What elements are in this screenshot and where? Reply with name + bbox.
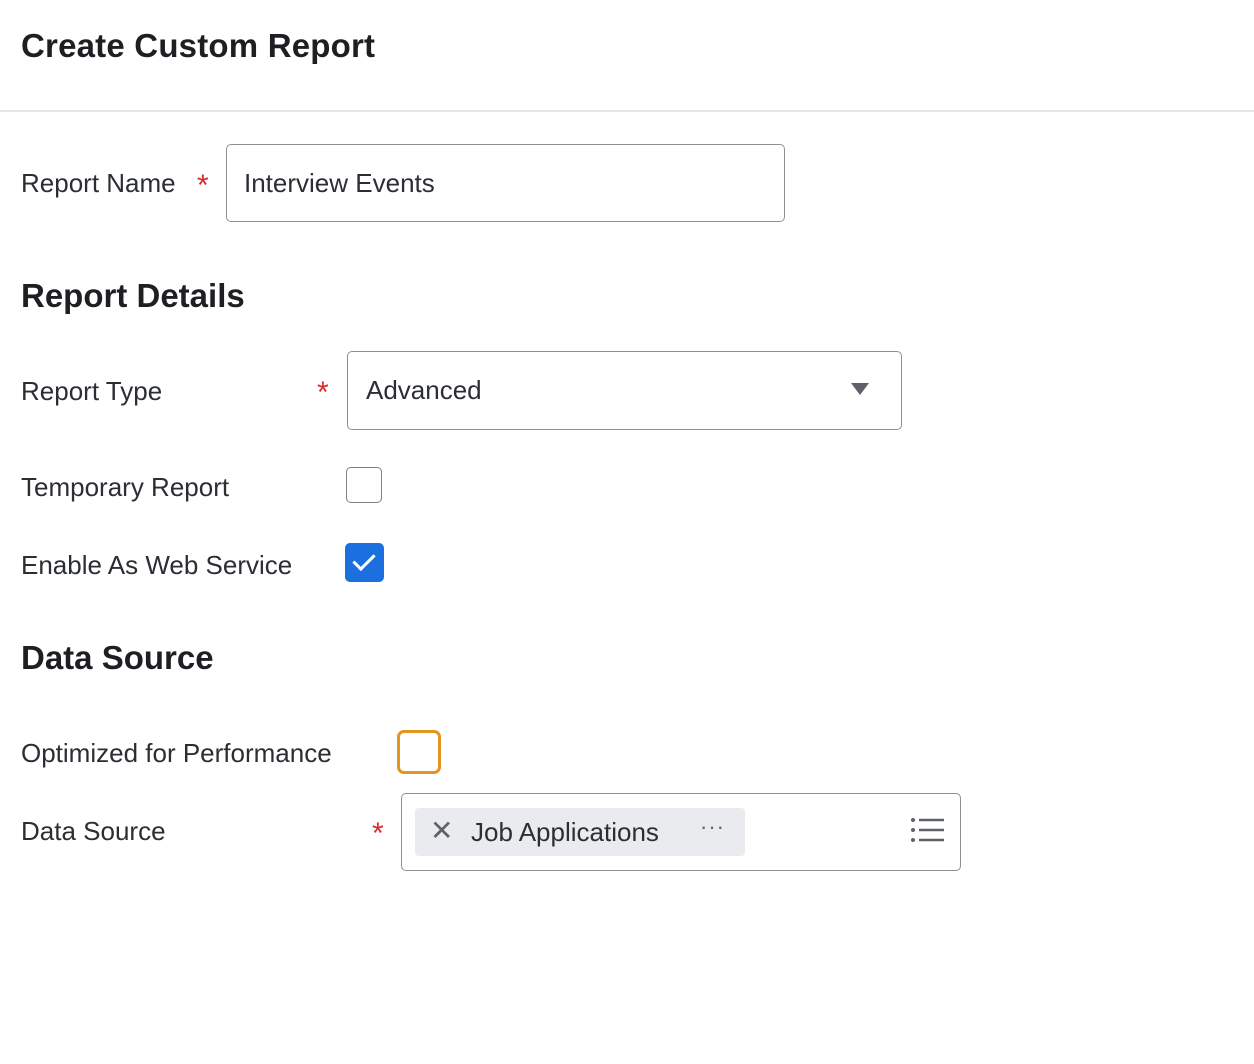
temporary-report-label: Temporary Report — [21, 472, 230, 502]
more-options-icon[interactable]: ··· — [700, 814, 725, 840]
selected-data-source-label: Job Applications — [471, 817, 659, 847]
enable-web-service-checkbox[interactable] — [345, 543, 384, 582]
header-divider — [0, 110, 1254, 112]
data-source-heading: Data Source — [21, 639, 214, 676]
report-name-label: Report Name — [21, 168, 176, 198]
report-details-heading: Report Details — [21, 277, 245, 314]
chevron-down-icon — [851, 383, 869, 395]
page-title: Create Custom Report — [21, 27, 376, 64]
selected-data-source-pill: ✕ Job Applications ··· — [415, 808, 745, 856]
remove-icon[interactable]: ✕ — [430, 817, 453, 845]
enable-web-service-label: Enable As Web Service — [21, 550, 293, 580]
data-source-prompt[interactable]: ✕ Job Applications ··· — [401, 793, 961, 871]
report-type-required-marker: * — [317, 376, 329, 409]
optimized-for-performance-checkbox[interactable] — [397, 730, 441, 774]
report-name-required-marker: * — [197, 169, 209, 202]
create-custom-report-page: Create Custom Report Report Name * Repor… — [0, 0, 1254, 1064]
report-type-label: Report Type — [21, 376, 163, 406]
optimized-for-performance-label: Optimized for Performance — [21, 738, 332, 768]
list-icon[interactable] — [910, 816, 944, 844]
report-name-input[interactable] — [226, 144, 785, 222]
data-source-label: Data Source — [21, 816, 166, 846]
checkmark-icon — [352, 547, 376, 572]
report-type-select[interactable]: Advanced — [347, 351, 902, 430]
data-source-required-marker: * — [372, 817, 384, 850]
temporary-report-checkbox[interactable] — [346, 467, 382, 503]
report-type-selected-value: Advanced — [366, 375, 482, 405]
